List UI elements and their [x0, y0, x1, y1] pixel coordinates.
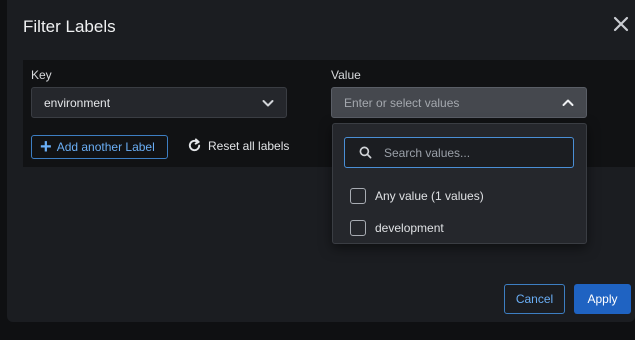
search-values-field[interactable]	[344, 137, 574, 168]
search-values-input[interactable]	[384, 145, 564, 160]
cancel-button[interactable]: Cancel	[504, 284, 565, 314]
checkbox[interactable]	[350, 220, 366, 236]
plus-icon: +	[40, 136, 52, 158]
chevron-up-icon	[562, 99, 574, 106]
option-label: Any value (1 values)	[375, 189, 484, 203]
value-label: Value	[331, 68, 361, 82]
search-icon	[359, 146, 372, 159]
close-icon[interactable]	[612, 15, 630, 33]
key-select[interactable]: environment	[31, 87, 287, 118]
checkbox[interactable]	[350, 188, 366, 204]
value-dropdown-menu: Any value (1 values) development	[332, 123, 587, 244]
modal-title: Filter Labels	[23, 17, 116, 36]
key-selected-value: environment	[44, 95, 111, 110]
option-development[interactable]: development	[350, 220, 444, 236]
value-placeholder: Enter or select values	[344, 95, 460, 110]
reset-labels-text: Reset all labels	[208, 138, 290, 153]
chevron-down-icon	[262, 100, 274, 107]
apply-button[interactable]: Apply	[574, 284, 631, 314]
option-label: development	[375, 221, 444, 235]
key-label: Key	[31, 68, 52, 82]
reset-icon	[188, 138, 201, 152]
value-select[interactable]: Enter or select values	[331, 87, 587, 118]
add-label-text: Add another Label	[56, 140, 155, 154]
reset-all-labels-button[interactable]: Reset all labels	[187, 138, 289, 153]
option-any-value[interactable]: Any value (1 values)	[350, 188, 484, 204]
filter-labels-modal: Filter Labels Key Value environment Ente…	[7, 0, 635, 322]
add-another-label-button[interactable]: + Add another Label	[31, 135, 168, 159]
